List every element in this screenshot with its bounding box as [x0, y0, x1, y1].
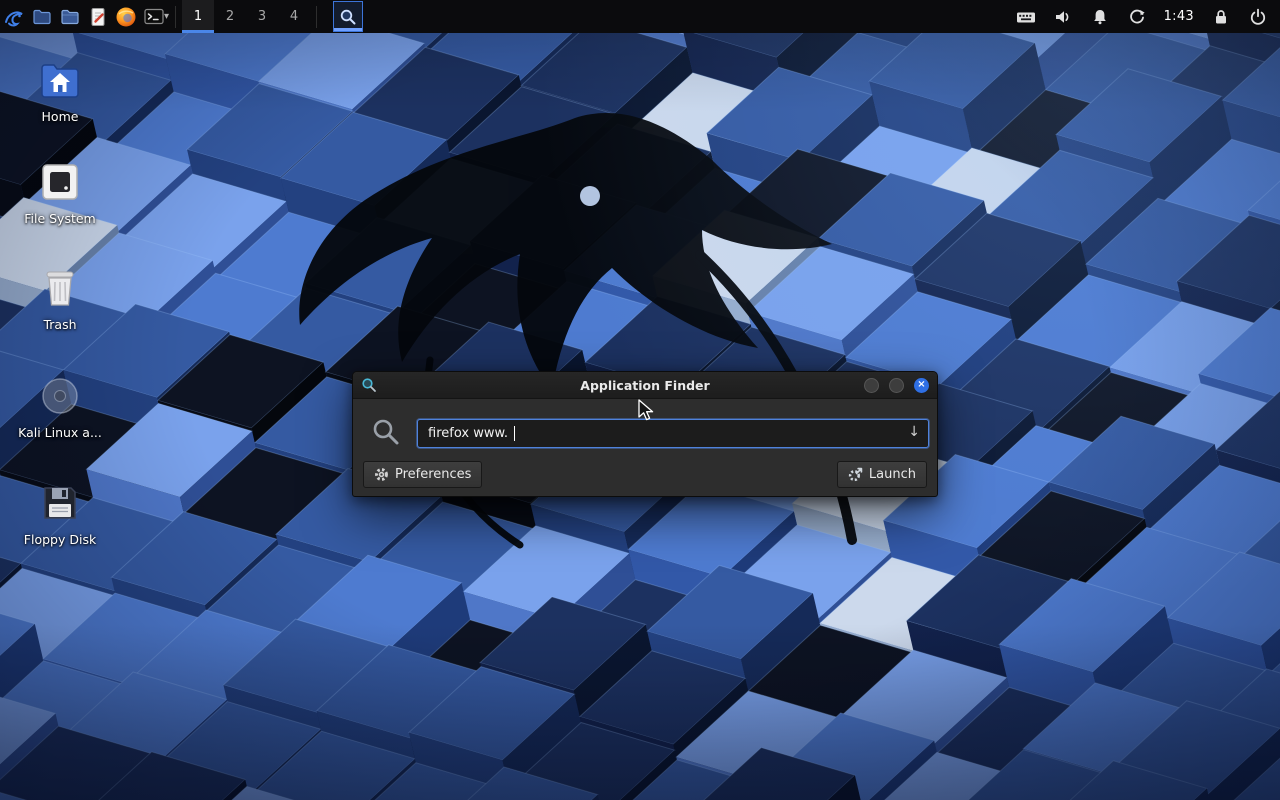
workspace-3[interactable]: 3 — [246, 0, 278, 33]
tray-lock[interactable] — [1211, 5, 1231, 29]
text-editor-launcher[interactable] — [84, 3, 112, 31]
launch-label: Launch — [869, 467, 916, 482]
file-manager-icon — [31, 6, 53, 28]
launch-button[interactable]: Launch — [837, 461, 927, 488]
workspace-4[interactable]: 4 — [278, 0, 310, 33]
power-icon — [1249, 8, 1267, 26]
kali-menu-icon[interactable] — [0, 3, 28, 31]
workspace-2[interactable]: 2 — [214, 0, 246, 33]
tray-keyboard[interactable] — [1016, 5, 1036, 29]
desktop-icon-label: Trash — [0, 317, 120, 332]
gear-icon — [374, 467, 389, 482]
folder-icon — [59, 6, 81, 28]
firefox-icon — [115, 6, 137, 28]
folder-launcher[interactable] — [56, 3, 84, 31]
app-finder-taskbar-icon — [339, 8, 357, 26]
filesystem-drive-icon — [36, 158, 84, 206]
desktop-icon-kali-cd[interactable]: Kali Linux a... — [0, 372, 120, 440]
tray-power[interactable] — [1248, 5, 1268, 29]
kali-cd-icon — [36, 372, 84, 420]
search-icon — [371, 417, 401, 447]
floppy-disk-icon — [36, 479, 84, 527]
trash-icon — [36, 264, 84, 312]
taskbar-app-finder-button[interactable] — [333, 1, 363, 32]
tray-updates[interactable] — [1127, 5, 1147, 29]
system-tray: 1:43 — [1016, 5, 1280, 29]
close-icon: × — [917, 380, 925, 390]
updates-icon — [1128, 8, 1146, 26]
volume-icon — [1054, 8, 1072, 26]
titlebar[interactable]: Application Finder × — [353, 372, 937, 399]
dropdown-arrow-icon[interactable]: ↓ — [908, 424, 920, 440]
home-folder-icon — [36, 56, 84, 104]
search-field-wrap: ↓ — [417, 419, 929, 448]
window-controls: × — [864, 378, 929, 393]
panel-separator — [316, 6, 317, 28]
mouse-cursor — [638, 399, 660, 423]
search-input[interactable] — [417, 419, 929, 448]
desktop-icon-label: Kali Linux a... — [0, 425, 120, 440]
file-manager-launcher[interactable] — [28, 3, 56, 31]
desktop-icon-floppy-disk[interactable]: Floppy Disk — [0, 479, 120, 547]
text-editor-icon — [87, 6, 109, 28]
workspace-switcher: 1 2 3 4 — [182, 0, 310, 33]
launch-icon — [848, 467, 863, 482]
close-button[interactable]: × — [914, 378, 929, 393]
preferences-label: Preferences — [395, 467, 471, 482]
preferences-button[interactable]: Preferences — [363, 461, 482, 488]
top-panel: ▾ 1 2 3 4 — [0, 0, 1280, 33]
kali-logo-icon — [3, 6, 25, 28]
application-finder-window: Application Finder × ↓ Preferences — [352, 371, 938, 497]
workspace-1[interactable]: 1 — [182, 0, 214, 33]
panel-separator — [175, 6, 176, 28]
notifications-bell-icon — [1091, 8, 1109, 26]
maximize-button[interactable] — [889, 378, 904, 393]
terminal-icon — [143, 6, 165, 28]
firefox-launcher[interactable] — [112, 3, 140, 31]
minimize-button[interactable] — [864, 378, 879, 393]
keyboard-icon — [1016, 8, 1036, 26]
terminal-dropdown-chevron[interactable]: ▾ — [164, 11, 169, 22]
desktop-icon-trash[interactable]: Trash — [0, 264, 120, 332]
desktop-icon-label: File System — [0, 211, 120, 226]
window-title: Application Finder — [353, 378, 937, 393]
desktop-icon-label: Floppy Disk — [0, 532, 120, 547]
desktop-icon-file-system[interactable]: File System — [0, 158, 120, 226]
desktop-icon-label: Home — [0, 109, 120, 124]
panel-clock[interactable]: 1:43 — [1164, 9, 1194, 24]
text-caret — [514, 426, 515, 441]
desktop-icon-home[interactable]: Home — [0, 56, 120, 124]
lock-icon — [1213, 8, 1229, 26]
tray-notifications[interactable] — [1090, 5, 1110, 29]
tray-volume[interactable] — [1053, 5, 1073, 29]
